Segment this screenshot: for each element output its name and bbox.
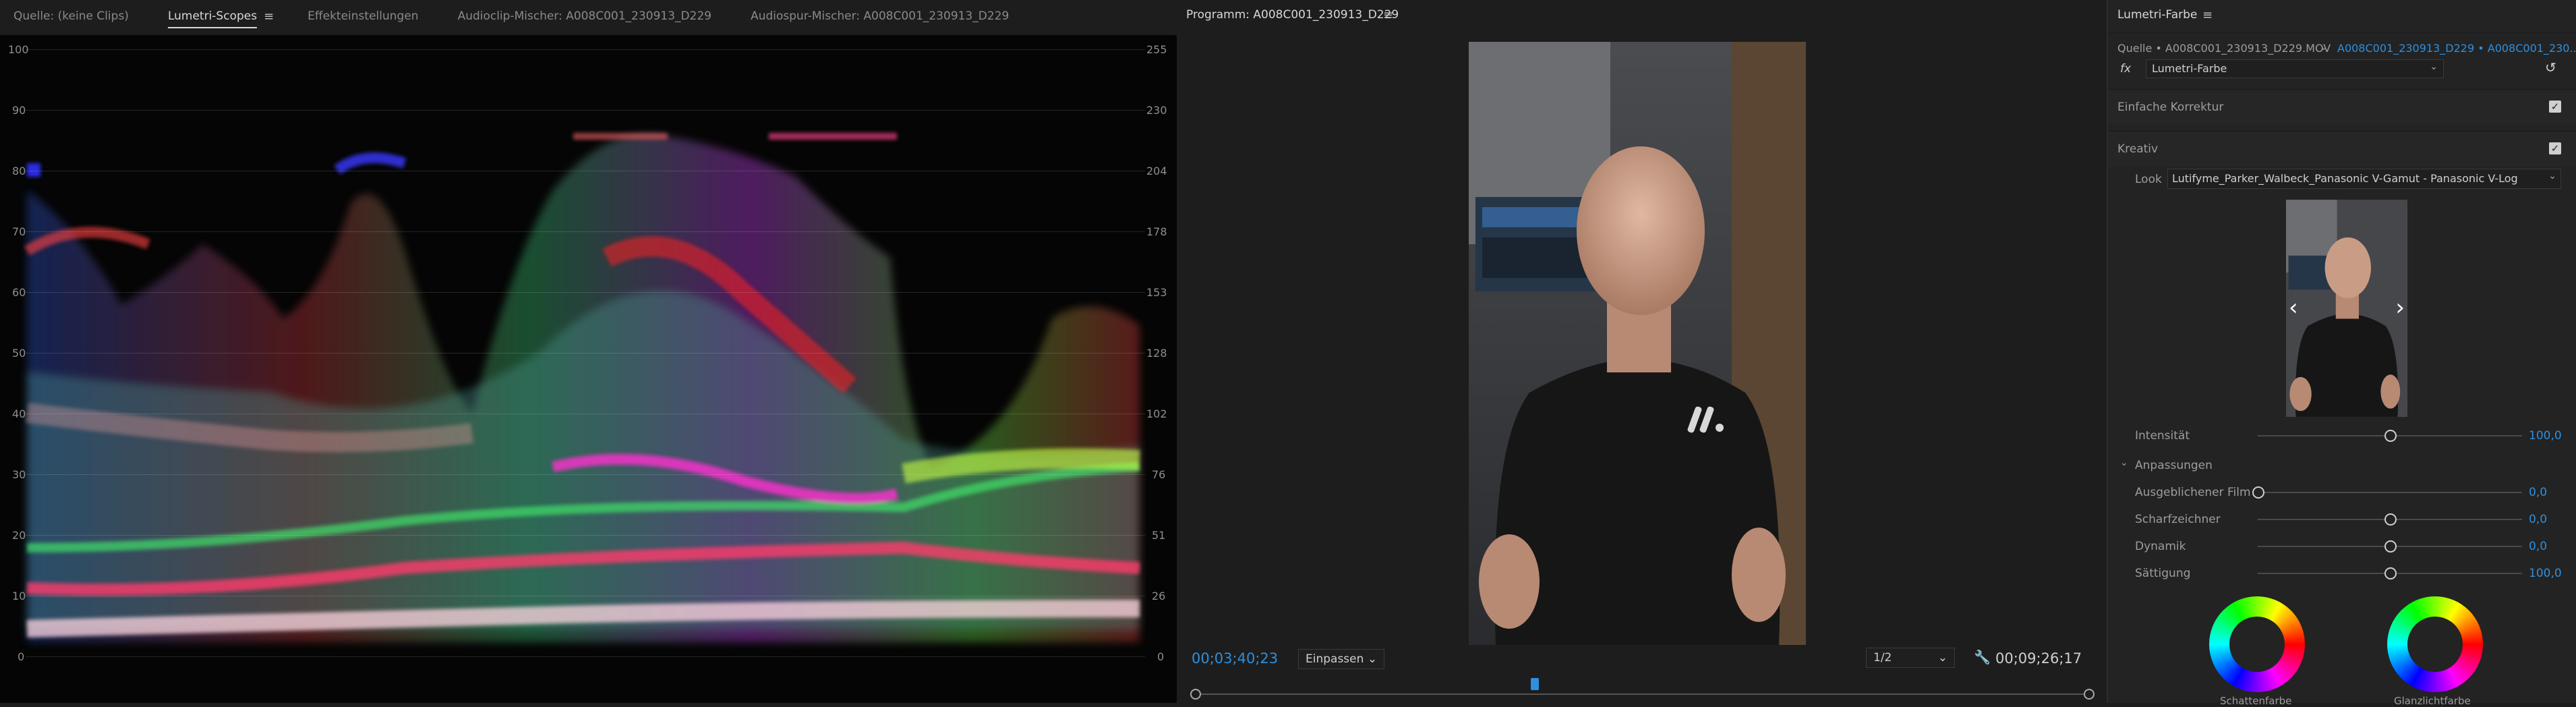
timeline-in-point[interactable]	[1190, 689, 1201, 700]
saturation-slider-knob[interactable]	[2384, 567, 2397, 579]
timeline-out-point[interactable]	[2084, 689, 2095, 700]
chevron-down-icon: ⌄	[1937, 651, 1948, 664]
total-duration-timecode: 00;09;26;17	[1995, 650, 2082, 667]
scale-right-0: 0	[1157, 650, 1165, 663]
effect-dropdown[interactable]: Lumetri-Farbe ⌄	[2146, 59, 2444, 78]
saturation-value[interactable]: 100,0	[2529, 567, 2562, 580]
saturation-label: Sättigung	[2135, 567, 2191, 580]
scale-left-20: 20	[12, 529, 26, 542]
look-label: Look	[2135, 173, 2162, 186]
scale-right-255: 255	[1146, 43, 1167, 56]
chevron-down-icon: ⌄	[2430, 61, 2438, 72]
scopes-tabbar: Quelle: (keine Clips) Lumetri-Scopes ≡ E…	[0, 0, 1177, 32]
scale-left-60: 60	[12, 286, 26, 299]
sharpen-label: Scharfzeichner	[2135, 513, 2221, 526]
look-dropdown-value: Lutifyme_Parker_Walbeck_Panasonic V-Gamu…	[2172, 172, 2518, 185]
shadow-color-label: Schattenfarbe	[2220, 695, 2292, 707]
sequence-clip-label[interactable]: A008C001_230913_D229 • A008C001_230...	[2337, 42, 2576, 55]
waveform-scope: 100 90 80 70 60 50 40 30 20 10 0 255 230…	[0, 35, 1177, 703]
faded-film-value[interactable]: 0,0	[2529, 486, 2547, 499]
chevron-left-icon[interactable]: ‹	[2289, 294, 2298, 321]
highlight-color-label: Glanzlichtfarbe	[2394, 695, 2471, 707]
panel-menu-icon[interactable]: ≡	[1383, 8, 1393, 22]
scale-left-40: 40	[12, 407, 26, 420]
section-basic-label: Einfache Korrektur	[2117, 101, 2224, 114]
intensity-slider-knob[interactable]	[2384, 430, 2397, 442]
look-preview-thumbnail[interactable]: ‹ ›	[2286, 200, 2407, 417]
vibrance-label: Dynamik	[2135, 540, 2186, 553]
sharpen-slider-knob[interactable]	[2384, 513, 2397, 526]
scale-left-70: 70	[12, 225, 26, 238]
chevron-right-icon[interactable]: ›	[2395, 294, 2405, 321]
creative-checkbox[interactable]: ✓	[2549, 142, 2561, 154]
program-title[interactable]: Programm: A008C001_230913_D229	[1186, 8, 1399, 22]
basic-correction-checkbox[interactable]: ✓	[2549, 101, 2561, 113]
scale-left-10: 10	[12, 590, 26, 602]
scale-left-0: 0	[18, 650, 25, 663]
reset-icon[interactable]: ↺	[2545, 59, 2556, 76]
scale-left-100: 100	[8, 43, 29, 56]
tab-audio-track-mixer[interactable]: Audiospur-Mischer: A008C001_230913_D229	[751, 9, 1009, 23]
chevron-down-icon: ⌄	[1367, 652, 1378, 666]
scale-right-204: 204	[1146, 165, 1167, 177]
effect-dropdown-value: Lumetri-Farbe	[2152, 62, 2227, 75]
scale-right-153: 153	[1146, 286, 1167, 299]
tab-audio-clip-mixer[interactable]: Audioclip-Mischer: A008C001_230913_D229	[458, 9, 712, 23]
section-creative-label: Kreativ	[2117, 142, 2159, 156]
resolution-dropdown[interactable]: 1/2 ⌄	[1866, 648, 1955, 668]
scale-left-80: 80	[12, 165, 26, 177]
scale-right-230: 230	[1146, 104, 1167, 117]
waveform-graph	[24, 133, 1140, 642]
scale-left-90: 90	[12, 104, 26, 117]
look-dropdown[interactable]: Lutifyme_Parker_Walbeck_Panasonic V-Gamu…	[2167, 169, 2561, 189]
fx-badge: fx	[2120, 62, 2132, 76]
faded-film-label: Ausgeblichener Film	[2135, 486, 2251, 499]
tab-source[interactable]: Quelle: (keine Clips)	[13, 9, 129, 23]
scale-right-178: 178	[1146, 225, 1167, 238]
panel-menu-icon[interactable]: ≡	[264, 9, 274, 24]
playback-timeline[interactable]	[1190, 694, 2090, 695]
vibrance-slider-knob[interactable]	[2384, 540, 2397, 553]
scale-right-76: 76	[1152, 468, 1166, 481]
lumetri-color-panel: Lumetri-Farbe ≡ Quelle • A008C001_230913…	[2107, 0, 2576, 707]
panel-menu-icon[interactable]: ≡	[2202, 8, 2213, 22]
scale-right-51: 51	[1152, 529, 1166, 542]
source-clip-label[interactable]: Quelle • A008C001_230913_D229.MOV	[2117, 42, 2331, 55]
highlight-color-wheel[interactable]	[2387, 596, 2483, 692]
section-creative[interactable]: Kreativ ✓	[2108, 131, 2576, 167]
fit-dropdown-label: Einpassen	[1306, 652, 1364, 666]
vibrance-value[interactable]: 0,0	[2529, 540, 2547, 553]
chevron-down-icon[interactable]: ⌄	[2320, 42, 2328, 53]
fit-dropdown[interactable]: Einpassen ⌄	[1298, 649, 1385, 669]
program-monitor-panel: Programm: A008C001_230913_D229 ≡ 00;03;4…	[1177, 0, 2104, 703]
chevron-down-icon: ⌄	[2548, 171, 2556, 181]
scale-left-50: 50	[12, 347, 26, 360]
resolution-label: 1/2	[1873, 651, 1892, 664]
chevron-down-icon[interactable]: ⌄	[2120, 457, 2128, 468]
current-timecode[interactable]: 00;03;40;23	[1192, 650, 1278, 667]
video-person-image	[1469, 42, 1806, 645]
playhead-marker[interactable]	[1531, 678, 1539, 690]
scale-right-102: 102	[1146, 407, 1167, 420]
tab-lumetri-scopes[interactable]: Lumetri-Scopes	[167, 9, 258, 28]
faded-film-slider-knob[interactable]	[2252, 486, 2264, 499]
scale-left-30: 30	[12, 468, 26, 481]
scale-right-128: 128	[1146, 347, 1167, 360]
faded-film-slider[interactable]	[2258, 492, 2522, 493]
lumetri-scopes-panel: Quelle: (keine Clips) Lumetri-Scopes ≡ E…	[0, 0, 1177, 703]
video-frame	[1469, 42, 1806, 645]
intensity-label: Intensität	[2135, 429, 2190, 443]
section-basic-correction[interactable]: Einfache Korrektur ✓	[2108, 89, 2576, 125]
intensity-value[interactable]: 100,0	[2529, 429, 2562, 443]
scale-right-26: 26	[1152, 590, 1166, 602]
lumetri-title[interactable]: Lumetri-Farbe	[2117, 8, 2197, 22]
wrench-icon[interactable]: 🔧	[1974, 649, 1991, 665]
tab-effect-controls[interactable]: Effekteinstellungen	[308, 9, 418, 23]
adjustments-label[interactable]: Anpassungen	[2135, 459, 2213, 472]
shadow-color-wheel[interactable]	[2209, 596, 2305, 692]
sharpen-value[interactable]: 0,0	[2529, 513, 2547, 526]
